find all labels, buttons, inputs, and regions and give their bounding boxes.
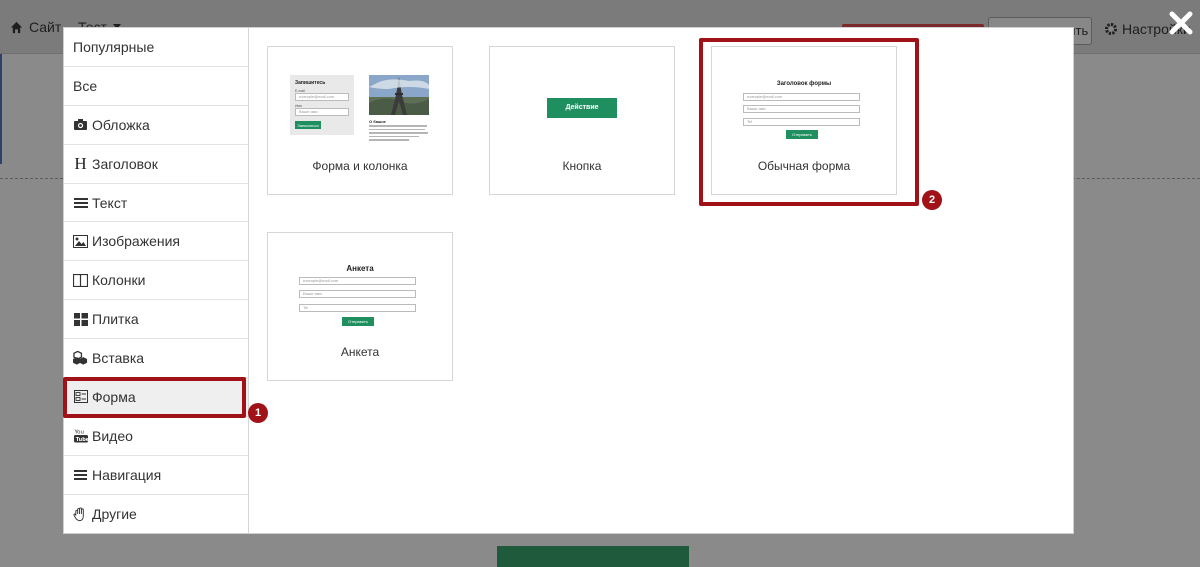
category-form[interactable]: Форма (64, 378, 248, 417)
preview-title: Запишитесь (295, 80, 326, 86)
hand-icon (73, 507, 88, 522)
block-templates-area: Запишитесь E-mail example@mail.com Имя В… (249, 28, 1073, 533)
template-preview: Заголовок формы example@mail.com Ваше им… (712, 47, 896, 152)
preview-button: Отправить (342, 317, 374, 326)
template-label: Форма и колонка (312, 159, 408, 173)
preview-input: Tel (299, 304, 416, 312)
template-card-regular-form[interactable]: Заголовок формы example@mail.com Ваше им… (711, 46, 897, 195)
youtube-icon: You Tube (73, 428, 88, 443)
template-card-button[interactable]: Действие Кнопка (489, 46, 675, 195)
template-preview: Действие (490, 47, 674, 152)
preview-form-panel: Запишитесь E-mail example@mail.com Имя В… (290, 75, 354, 135)
preview-paragraph (369, 125, 429, 141)
preview-button: Записаться (295, 121, 321, 129)
template-label: Обычная форма (757, 159, 851, 173)
preview-side-title: О башне (369, 119, 386, 124)
category-tiles[interactable]: Плитка (64, 300, 248, 340)
close-icon[interactable] (1166, 8, 1196, 38)
background-edge (0, 54, 2, 164)
preview-input: Ваше имя (295, 108, 349, 116)
template-card-questionnaire[interactable]: Анкета example@mail.com Ваше имя Tel Отп… (267, 232, 453, 381)
block-picker-modal: Популярные Все Обложка H Заголовок Текст… (63, 27, 1074, 534)
category-popular[interactable]: Популярные (64, 28, 248, 67)
svg-text:You: You (74, 430, 84, 436)
annotation-badge-1: 1 (248, 403, 268, 423)
preview-button: Действие (547, 98, 617, 118)
gear-icon (1105, 23, 1117, 35)
image-icon (73, 234, 88, 249)
category-navigation[interactable]: Навигация (64, 456, 248, 495)
columns-icon (73, 273, 88, 288)
template-preview: Анкета example@mail.com Ваше имя Tel Отп… (268, 233, 452, 338)
category-heading[interactable]: H Заголовок (64, 145, 248, 184)
home-icon (10, 21, 23, 33)
template-label: Кнопка (562, 159, 602, 173)
preview-title: Заголовок формы (776, 81, 832, 87)
svg-text:Tube: Tube (75, 437, 87, 443)
preview-input: Tel (743, 118, 860, 126)
eiffel-tower-image (369, 75, 429, 115)
cubes-icon (73, 351, 88, 366)
template-label: Анкета (340, 345, 380, 359)
template-card-form-column[interactable]: Запишитесь E-mail example@mail.com Имя В… (267, 46, 453, 195)
category-columns[interactable]: Колонки (64, 261, 248, 301)
category-cover[interactable]: Обложка (64, 106, 248, 145)
menu-icon (73, 467, 88, 482)
preview-input: example@mail.com (295, 93, 349, 101)
category-images[interactable]: Изображения (64, 222, 248, 262)
template-preview: Запишитесь E-mail example@mail.com Имя В… (268, 47, 452, 152)
form-icon (73, 389, 88, 404)
preview-button: Отправить (786, 130, 818, 139)
category-embed[interactable]: Вставка (64, 339, 248, 379)
preview-input: Ваше имя (743, 105, 860, 113)
preview-title: Анкета (346, 264, 374, 273)
preview-input: example@mail.com (743, 93, 860, 101)
preview-input: Ваше имя (299, 290, 416, 298)
heading-icon: H (74, 153, 87, 173)
text-lines-icon (73, 195, 88, 210)
background-green-block (497, 546, 689, 567)
category-all[interactable]: Все (64, 67, 248, 106)
annotation-badge-2: 2 (922, 190, 942, 210)
category-other[interactable]: Другие (64, 495, 248, 534)
preview-input: example@mail.com (299, 277, 416, 285)
category-text[interactable]: Текст (64, 184, 248, 223)
breadcrumb-site: Сайт (29, 19, 62, 35)
tiles-icon (73, 312, 88, 327)
category-video[interactable]: You Tube Видео (64, 417, 248, 456)
category-sidebar: Популярные Все Обложка H Заголовок Текст… (64, 28, 249, 533)
camera-icon (73, 117, 88, 132)
